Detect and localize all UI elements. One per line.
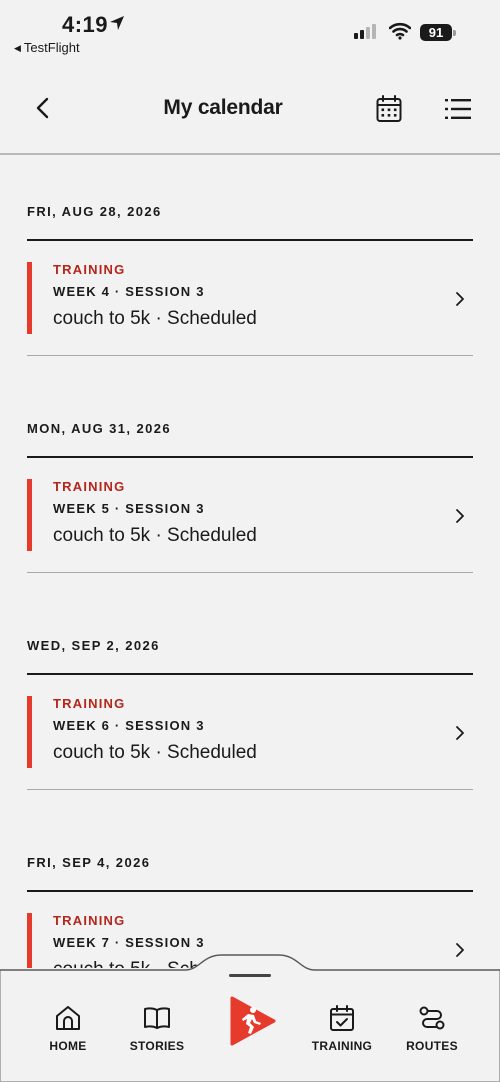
calendar-day: MON, AUG 31, 2026 TRAINING WEEK 5 · SESS… [0, 373, 500, 590]
nav-training[interactable]: TRAINING [302, 1004, 382, 1054]
nav-routes-label: ROUTES [406, 1039, 458, 1053]
nav-home-label: HOME [49, 1039, 87, 1053]
nav-training-label: TRAINING [311, 1039, 373, 1053]
status-time: 4:19 [62, 12, 109, 37]
training-calendar-check-icon [330, 1005, 354, 1031]
training-entry[interactable]: TRAINING WEEK 4 · SESSION 3 couch to 5k … [27, 262, 473, 334]
cellular-signal-icon [354, 24, 376, 39]
entry-type: TRAINING [53, 479, 126, 494]
entry-week-session: WEEK 6 · SESSION 3 [53, 718, 205, 733]
status-bar: 4:19 ◀ TestFlight 91 [0, 0, 500, 62]
entry-accent-bar [27, 479, 32, 551]
location-arrow-icon [110, 16, 124, 30]
entry-accent-bar [27, 696, 32, 768]
entry-plan-status: couch to 5k · Scheduled [53, 742, 257, 763]
calendar-day: WED, SEP 2, 2026 TRAINING WEEK 6 · SESSI… [0, 590, 500, 807]
chevron-right-icon [456, 292, 464, 306]
chevron-right-icon [456, 726, 464, 740]
routes-icon [419, 1006, 445, 1030]
training-entry[interactable]: TRAINING WEEK 5 · SESSION 3 couch to 5k … [27, 479, 473, 551]
entry-divider [27, 789, 473, 790]
entry-divider [27, 572, 473, 573]
entry-plan-status: couch to 5k · Scheduled [53, 308, 257, 329]
entry-type: TRAINING [53, 696, 126, 711]
nav-home[interactable]: HOME [28, 1004, 108, 1054]
nav-drag-handle[interactable] [229, 974, 271, 977]
book-icon [144, 1007, 170, 1029]
calendar-day: FRI, AUG 28, 2026 TRAINING WEEK 4 · SESS… [0, 156, 500, 373]
entry-divider [27, 355, 473, 356]
day-date: MON, AUG 31, 2026 [27, 421, 171, 436]
day-divider [27, 456, 473, 458]
chevron-right-icon [456, 509, 464, 523]
calendar-list[interactable]: FRI, AUG 28, 2026 TRAINING WEEK 4 · SESS… [0, 156, 500, 968]
entry-type: TRAINING [53, 262, 126, 277]
day-divider [27, 890, 473, 892]
start-run-play-icon[interactable] [226, 996, 278, 1046]
day-date: FRI, AUG 28, 2026 [27, 204, 162, 219]
list-view-icon[interactable] [444, 96, 472, 122]
back-app-label: TestFlight [23, 40, 80, 55]
back-to-app-link[interactable]: ◀ TestFlight [14, 40, 80, 55]
day-date: FRI, SEP 4, 2026 [27, 855, 151, 870]
entry-accent-bar [27, 262, 32, 334]
app-header: My calendar [0, 80, 500, 136]
entry-week-session: WEEK 5 · SESSION 3 [53, 501, 205, 516]
entry-week-session: WEEK 7 · SESSION 3 [53, 935, 205, 950]
nav-routes[interactable]: ROUTES [392, 1004, 472, 1054]
back-triangle-icon: ◀ [14, 43, 21, 53]
calendar-icon[interactable] [375, 94, 403, 124]
entry-type: TRAINING [53, 913, 126, 928]
day-divider [27, 673, 473, 675]
nav-stories-label: STORIES [129, 1039, 185, 1053]
header-divider [0, 153, 500, 155]
entry-week-session: WEEK 4 · SESSION 3 [53, 284, 205, 299]
battery-indicator: 91 [420, 24, 452, 41]
home-icon [56, 1006, 80, 1030]
entry-plan-status: couch to 5k · Scheduled [53, 525, 257, 546]
calendar-day: FRI, SEP 4, 2026 TRAINING WEEK 7 · SESSI… [0, 807, 500, 968]
day-date: WED, SEP 2, 2026 [27, 638, 160, 653]
nav-stories[interactable]: STORIES [117, 1004, 197, 1054]
battery-nub [453, 30, 456, 36]
training-entry[interactable]: TRAINING WEEK 6 · SESSION 3 couch to 5k … [27, 696, 473, 768]
wifi-icon [389, 22, 411, 40]
day-divider [27, 239, 473, 241]
